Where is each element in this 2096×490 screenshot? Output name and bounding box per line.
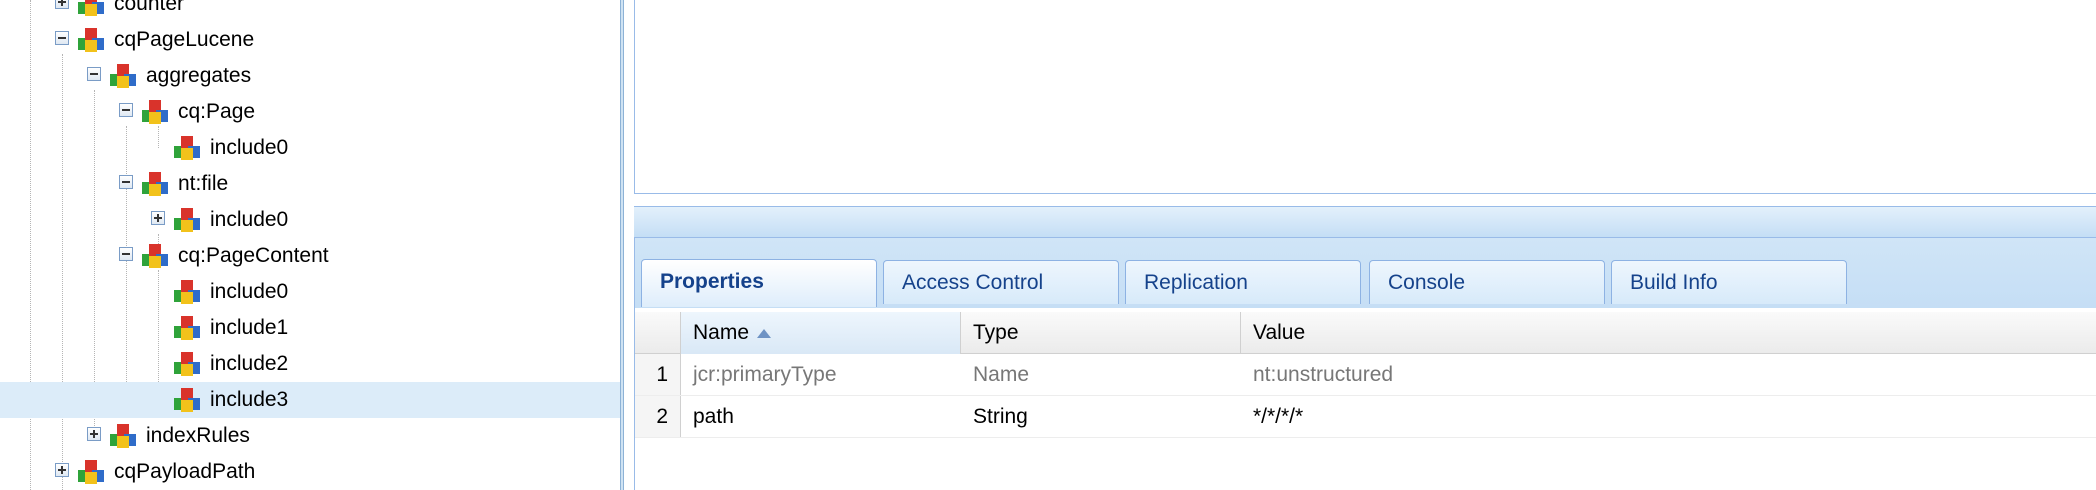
node-cube-icon [174,352,200,376]
node-cube-icon [78,460,104,484]
tree-node-label: cq:Page [178,100,256,123]
tree-node-include1[interactable]: include1 [0,310,620,346]
tree-node-cqpayloadpath[interactable]: cqPayloadPath [0,454,620,490]
node-cube-icon [142,172,168,196]
cell-type: String [973,405,1028,428]
tree-node-label: include2 [210,352,289,375]
node-cube-icon [174,208,200,232]
tree-node-include0[interactable]: include0 [0,274,620,310]
tree-node-cqpagelucene[interactable]: cqPageLucene [0,22,620,58]
tab-label: Replication [1144,271,1248,294]
tree-node-label: cqPayloadPath [114,460,256,483]
node-cube-icon [142,100,168,124]
row-number: 1 [635,354,681,395]
row-number-header [635,312,681,354]
sort-ascending-icon [757,328,772,338]
column-header-value[interactable]: Value [1241,312,2096,354]
tab-console[interactable]: Console [1369,260,1605,304]
tree-node-indexrules[interactable]: indexRules [0,418,620,454]
tree-node-label: include0 [210,280,289,303]
tree-node-cq-page[interactable]: cq:Page [0,94,620,130]
tree-node-label: include3 [210,388,289,411]
cell-name: path [693,405,734,428]
table-row[interactable]: 1 jcr:primaryType Name nt:unstructured [635,354,2096,396]
tree-node-nt-file[interactable]: nt:file [0,166,620,202]
row-number: 2 [635,396,681,437]
properties-grid: Name Type Value 1 jcr:primaryType Name n… [634,308,2096,490]
cell-type: Name [973,363,1030,386]
tree-node-label: include0 [210,136,289,159]
node-cube-icon [174,388,200,412]
node-cube-icon [174,136,200,160]
detail-panel: Properties Access Control Replication Co… [634,0,2096,490]
tab-access-control[interactable]: Access Control [883,260,1119,304]
tree-node-label: aggregates [146,64,252,87]
column-header-name[interactable]: Name [681,312,961,354]
node-cube-icon [110,64,136,88]
grid-header: Name Type Value [635,312,2096,354]
tab-build-info[interactable]: Build Info [1611,260,1847,304]
tree-node-include0[interactable]: include0 [0,130,620,166]
tab-label: Console [1388,271,1466,294]
collapse-toggle-icon[interactable] [55,31,69,45]
column-label: Type [973,321,1019,344]
node-cube-icon [142,244,168,268]
tab-properties[interactable]: Properties [641,259,877,307]
collapse-toggle-icon[interactable] [87,67,101,81]
node-cube-icon [174,316,200,340]
tab-label: Access Control [902,271,1044,294]
table-row[interactable]: 2 path String */*/*/* [635,396,2096,438]
cell-value: nt:unstructured [1253,363,1394,386]
expand-toggle-icon[interactable] [55,463,69,477]
collapse-toggle-icon[interactable] [119,103,133,117]
tab-replication[interactable]: Replication [1125,260,1361,304]
panel-header-bar [634,206,2096,238]
tree-node-label: cq:PageContent [178,244,329,267]
tree-node-aggregates[interactable]: aggregates [0,58,620,94]
tree-node-include3-selected[interactable]: include3 [0,382,620,418]
repository-tree: counter cqPageLucene aggregates cq:Page … [0,0,620,490]
expand-toggle-icon[interactable] [87,427,101,441]
column-header-type[interactable]: Type [961,312,1241,354]
tree-node-include2[interactable]: include2 [0,346,620,382]
cell-name: jcr:primaryType [693,363,837,386]
node-cube-icon [110,424,136,448]
node-cube-icon [78,28,104,52]
expand-toggle-icon[interactable] [55,0,69,9]
panel-splitter[interactable] [620,0,624,490]
tree-node-label: counter [114,0,185,15]
column-label: Value [1253,321,1306,344]
editor-area [634,0,2096,194]
node-cube-icon [174,280,200,304]
expand-toggle-icon[interactable] [151,211,165,225]
tree-node-label: include0 [210,208,289,231]
tree-node-include0[interactable]: include0 [0,202,620,238]
cell-value: */*/*/* [1253,405,1304,428]
tree-node-counter[interactable]: counter [0,0,620,22]
tree-node-label: cqPageLucene [114,28,255,51]
collapse-toggle-icon[interactable] [119,175,133,189]
tree-node-label: nt:file [178,172,229,195]
column-label: Name [693,321,750,344]
node-cube-icon [78,0,104,16]
tree-node-label: include1 [210,316,289,339]
collapse-toggle-icon[interactable] [119,247,133,261]
tab-label: Build Info [1630,271,1718,294]
tree-node-cq-pagecontent[interactable]: cq:PageContent [0,238,620,274]
tab-label: Properties [660,270,764,293]
tree-node-label: indexRules [146,424,250,447]
tab-strip: Properties Access Control Replication Co… [634,238,2096,308]
